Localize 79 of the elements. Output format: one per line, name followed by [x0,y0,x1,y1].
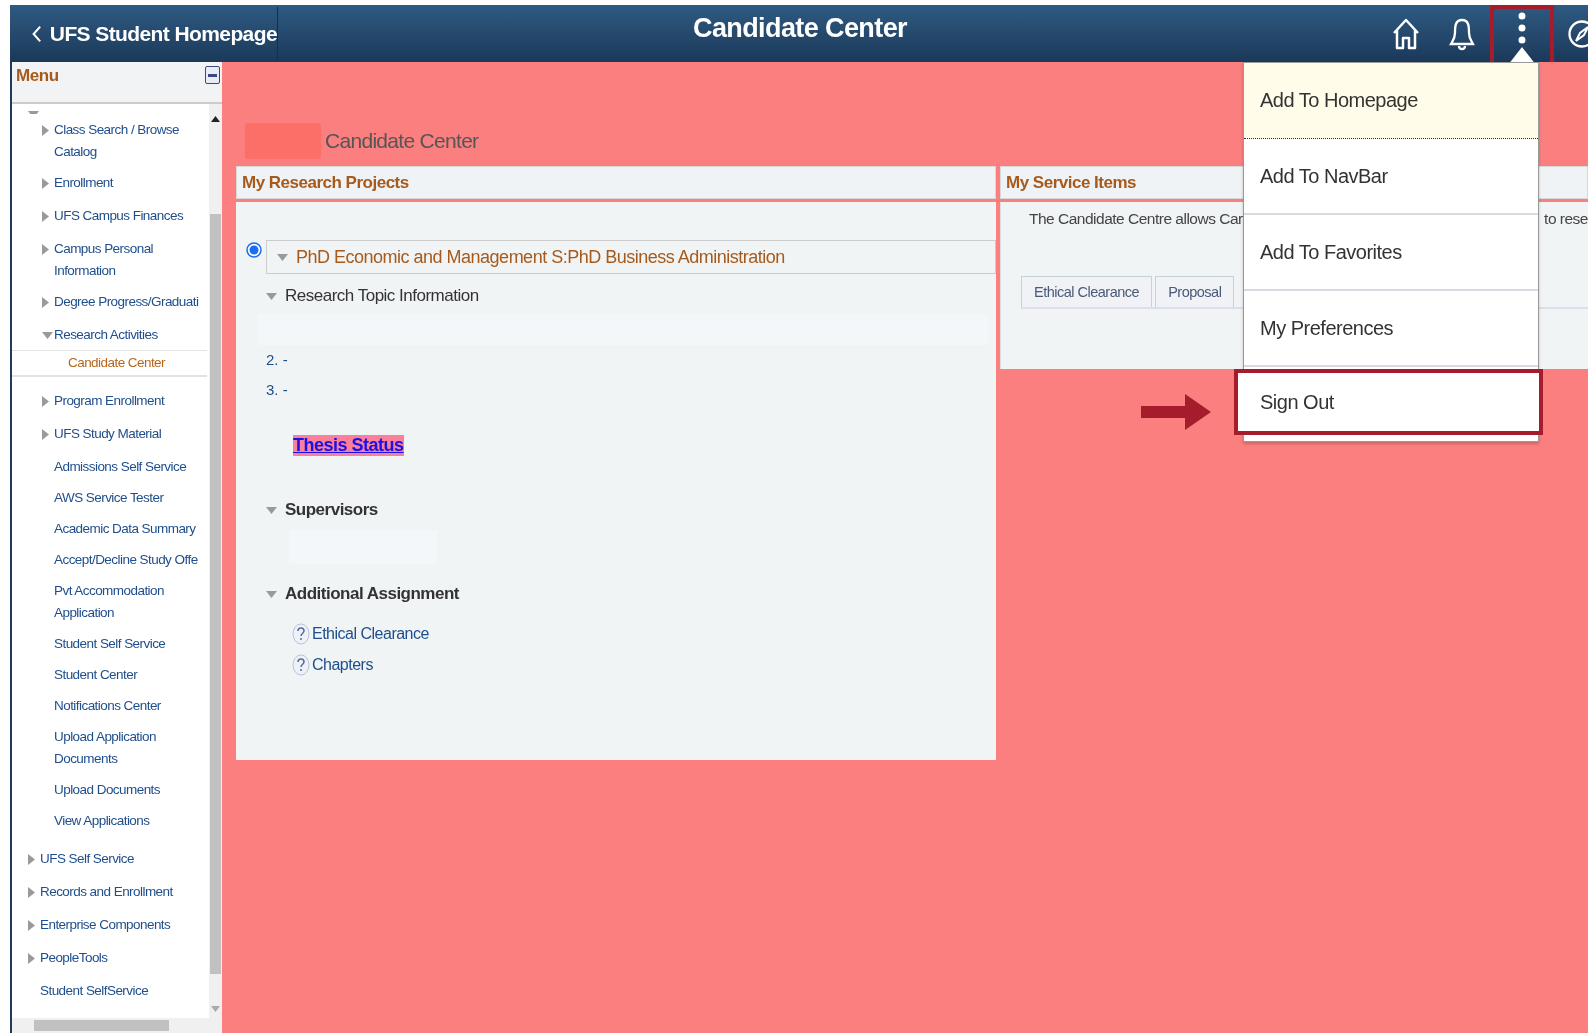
folder-item[interactable]: UFS Campus Finances [12,200,209,233]
link-item[interactable]: Accept/Decline Study Offe [12,544,209,575]
menu-option[interactable]: My Preferences [1244,291,1538,367]
link-item[interactable]: View Applications [12,805,209,836]
collapsed-caret-icon[interactable] [42,296,49,308]
topic-line: 2. - [266,351,288,368]
folder-item[interactable]: PeopleTools [12,942,209,975]
menu-option[interactable]: Add To Homepage [1244,63,1538,139]
link-item[interactable]: Upload Application Documents [12,721,209,774]
collapsed-caret-icon[interactable] [42,395,49,407]
collapsed-caret-icon[interactable] [42,177,49,189]
back-button[interactable]: UFS Student Homepage [20,7,278,60]
link-item[interactable]: Academic Data Summary [12,513,209,544]
menu-option[interactable]: Add To NavBar [1244,139,1538,215]
collapsed-caret-icon[interactable] [42,428,49,440]
description-text: The Candidate Centre allows Car [1029,210,1243,228]
horizontal-scrollbar[interactable] [12,1018,222,1033]
home-icon [1391,16,1421,51]
assignment-label: Chapters [312,655,373,674]
scroll-down-arrow-icon[interactable] [211,1006,220,1012]
link-item[interactable]: Student Self Service [12,628,209,659]
vertical-scrollbar[interactable] [209,104,222,1018]
expanded-caret-icon[interactable] [42,331,53,339]
section-title: Research Topic Information [285,286,479,306]
minus-icon [208,73,217,77]
link-item[interactable]: Student Center [12,659,209,690]
link-item[interactable]: Admissions Self Service [12,451,209,482]
pointer-arrow-icon [1141,392,1211,432]
tab[interactable]: Proposal [1155,276,1235,307]
link-item[interactable]: Pvt Accommodation Application [12,575,209,628]
expanded-caret-icon[interactable] [266,590,277,598]
highlighted-menu-option[interactable]: Sign Out [1234,369,1543,435]
scroll-up-arrow-icon[interactable] [211,116,220,122]
section-title: Additional Assignment [285,584,459,604]
radio-button[interactable] [246,242,262,258]
collapsed-caret-icon[interactable] [28,853,35,865]
link-item[interactable]: Notifications Center [12,690,209,721]
folder-item[interactable]: UFS Self Service [12,843,209,876]
kebab-menu-icon [1517,11,1527,45]
topic-line: 3. - [266,381,288,398]
page-heading: Candidate Center [692,13,908,44]
tab[interactable]: Ethical Clearance [1021,276,1153,307]
collapsed-caret-icon[interactable] [42,243,49,255]
link-item[interactable]: Upload Documents [12,774,209,805]
back-label: UFS Student Homepage [49,21,277,46]
folder-item[interactable]: Records and Enrollment [12,876,209,909]
link-item[interactable]: Student SelfService [12,975,209,1006]
bell-icon [1449,16,1475,51]
compass-icon [1567,18,1588,49]
thesis-status-link[interactable]: Thesis Status [293,435,404,456]
assignment-label: Ethical Clearance [312,624,429,643]
folder-item[interactable]: Program Enrollment [12,385,209,418]
collapsed-caret-icon[interactable] [42,124,49,136]
collapsed-caret-icon[interactable] [42,210,49,222]
help-icon[interactable] [292,653,310,676]
expanded-caret-icon[interactable] [266,292,277,300]
collapsed-caret-icon[interactable] [28,919,35,931]
help-icon[interactable] [292,622,310,645]
folder-item[interactable]: Degree Progress/Graduati [12,286,209,319]
menu-title: Menu [16,66,59,86]
collapsed-caret-icon[interactable] [28,886,35,898]
collapsed-caret-icon[interactable] [28,952,35,964]
section-title: Supervisors [285,500,378,520]
expanded-caret-icon[interactable] [277,253,288,261]
folder-item[interactable]: Class Search / Browse Catalog [12,114,209,167]
page-title: Candidate Center [325,129,479,153]
folder-item[interactable]: UFS Study Material [12,418,209,451]
folder-item[interactable]: Campus Personal Information [12,233,209,286]
folder-item[interactable]: Enterprise Components [12,909,209,942]
link-item[interactable]: AWS Service Tester [12,482,209,513]
selected-link-item[interactable]: Candidate Center [12,350,207,377]
description-text: to rese [1544,210,1588,228]
menu-option[interactable]: Add To Favorites [1244,215,1538,291]
expanded-caret-icon[interactable] [266,506,277,514]
project-header[interactable]: PhD Economic and Management S:PhD Business Administration [266,240,996,274]
folder-item[interactable]: Research Activities [12,319,209,350]
folder-item[interactable]: Enrollment [12,167,209,200]
panel-header: My Research Projects [236,166,996,199]
collapse-button[interactable] [205,66,220,84]
